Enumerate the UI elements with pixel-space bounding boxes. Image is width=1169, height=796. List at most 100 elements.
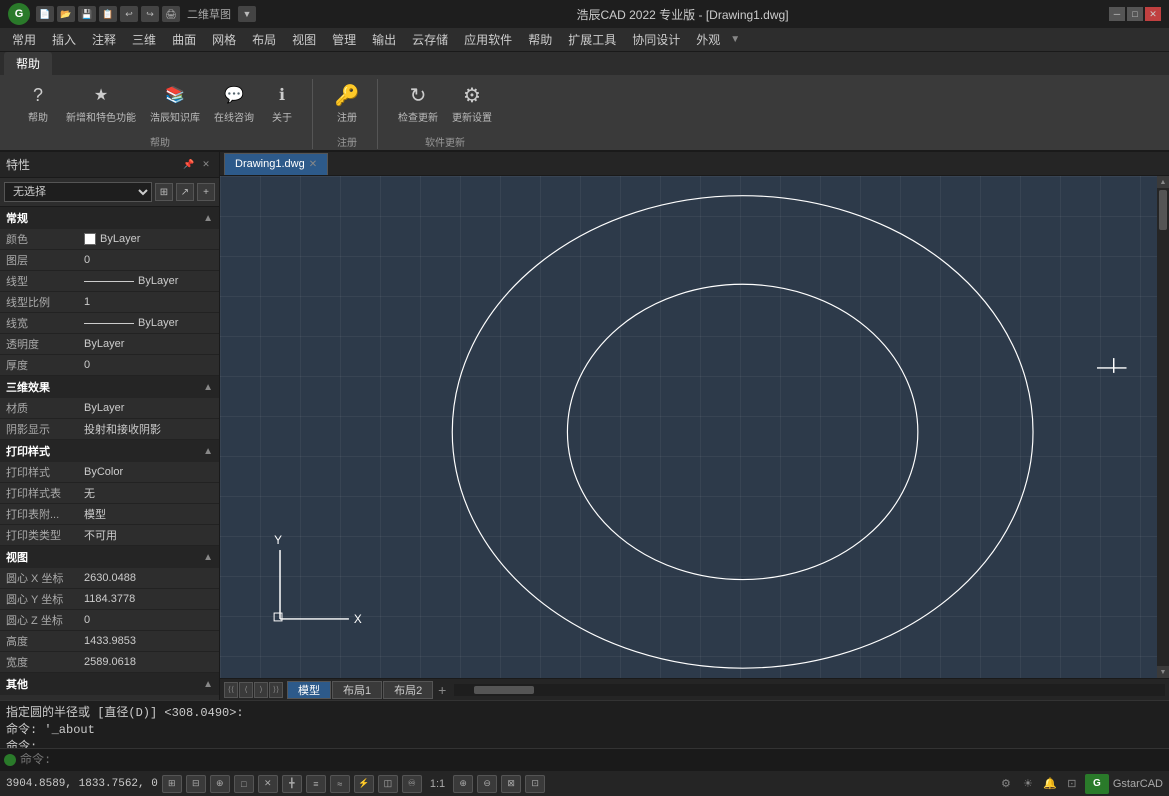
otrack-button[interactable]: ╋: [282, 775, 302, 793]
prop-material-value[interactable]: ByLayer: [80, 400, 219, 416]
zoom-out-button[interactable]: ⊖: [477, 775, 497, 793]
hscroll-thumb[interactable]: [474, 686, 534, 694]
light-icon[interactable]: ☀: [1019, 775, 1037, 793]
prop-ptype-value[interactable]: 不可用: [80, 525, 219, 545]
quick-select-button[interactable]: ⊞: [155, 183, 173, 201]
prop-ltscale-value[interactable]: 1: [80, 294, 219, 310]
menu-guanli[interactable]: 管理: [324, 29, 364, 50]
redo-icon[interactable]: ↪: [141, 6, 159, 22]
osnap-button[interactable]: ✕: [258, 775, 278, 793]
drawing-viewport[interactable]: Y X: [220, 176, 1157, 678]
nav-prev-button[interactable]: ⟨: [239, 682, 253, 698]
ribbon-tab-help[interactable]: 帮助: [4, 52, 52, 75]
menu-shuchu[interactable]: 输出: [364, 29, 404, 50]
prop-layer-value[interactable]: 0: [80, 252, 219, 268]
menu-kuozhan[interactable]: 扩展工具: [560, 29, 624, 50]
section-3d[interactable]: 三维效果 ▲: [0, 376, 219, 398]
prop-pst-value[interactable]: 无: [80, 483, 219, 503]
saveas-icon[interactable]: 📋: [99, 6, 117, 22]
section-view[interactable]: 视图 ▲: [0, 546, 219, 568]
menu-more[interactable]: ▼: [730, 34, 740, 45]
gstar-logo[interactable]: G: [1085, 774, 1109, 794]
prop-linetype-value[interactable]: ByLayer: [80, 273, 219, 289]
dynmode-button[interactable]: ≈: [330, 775, 350, 793]
about-button[interactable]: ℹ 关于: [264, 79, 300, 126]
prop-cy-value[interactable]: 1184.3778: [80, 591, 219, 607]
nav-last-button[interactable]: ⟩⟩: [269, 682, 283, 698]
prop-cx-value[interactable]: 2630.0488: [80, 570, 219, 586]
menu-waiguan[interactable]: 外观: [688, 29, 728, 50]
menu-wangge[interactable]: 网格: [204, 29, 244, 50]
section-general[interactable]: 常规 ▲: [0, 207, 219, 229]
minimize-button[interactable]: ─: [1109, 7, 1125, 21]
menu-changyong[interactable]: 常用: [4, 29, 44, 50]
nav-next-button[interactable]: ⟩: [254, 682, 268, 698]
close-button[interactable]: ✕: [1145, 7, 1161, 21]
section-other[interactable]: 其他 ▲: [0, 673, 219, 695]
plot-icon[interactable]: 🖨: [162, 6, 180, 22]
snap-grid-button[interactable]: ⊞: [162, 775, 182, 793]
menu-sanwei[interactable]: 三维: [124, 29, 164, 50]
layout-tab-model[interactable]: 模型: [287, 681, 331, 699]
settings-icon[interactable]: ⚙: [997, 775, 1015, 793]
prop-psa-value[interactable]: 模型: [80, 504, 219, 524]
workspace-switch-button[interactable]: ⊡: [525, 775, 545, 793]
nav-first-button[interactable]: ⟨⟨: [224, 682, 238, 698]
prop-color-value[interactable]: ByLayer: [80, 231, 219, 247]
prop-ps-value[interactable]: ByColor: [80, 464, 219, 480]
layout-tab-1[interactable]: 布局1: [332, 681, 382, 699]
snap-button[interactable]: ⊟: [186, 775, 206, 793]
prop-width-value[interactable]: 2589.0618: [80, 654, 219, 670]
prop-close-icon[interactable]: ✕: [199, 158, 213, 172]
workspace-dropdown-icon[interactable]: ▼: [238, 6, 256, 22]
help-button[interactable]: ? 帮助: [20, 79, 56, 126]
menu-yuncc[interactable]: 云存储: [404, 29, 456, 50]
command-input[interactable]: [20, 753, 1165, 767]
undo-icon[interactable]: ↩: [120, 6, 138, 22]
prop-pin-icon[interactable]: 📌: [182, 158, 196, 172]
ortho-button[interactable]: ⊕: [210, 775, 230, 793]
vertical-scrollbar[interactable]: ▲ ▼: [1157, 176, 1169, 678]
doc-tab-close-icon[interactable]: ✕: [309, 159, 317, 170]
scroll-down-button[interactable]: ▼: [1157, 666, 1169, 678]
notify-icon[interactable]: 🔔: [1041, 775, 1059, 793]
knowledge-button[interactable]: 📚 浩辰知识库: [146, 79, 204, 126]
restore-button[interactable]: □: [1127, 7, 1143, 21]
scroll-up-button[interactable]: ▲: [1157, 176, 1169, 188]
transparency-button[interactable]: ◫: [378, 775, 398, 793]
new-features-button[interactable]: ★ 新增和特色功能: [62, 79, 140, 126]
prop-shadow-value[interactable]: 投射和接收阴影: [80, 419, 219, 439]
menu-charu[interactable]: 插入: [44, 29, 84, 50]
zoom-in-button[interactable]: ⊕: [453, 775, 473, 793]
doc-tab-drawing1[interactable]: Drawing1.dwg ✕: [224, 153, 328, 175]
update-settings-button[interactable]: ⚙ 更新设置: [448, 79, 496, 126]
prop-thickness-value[interactable]: 0: [80, 357, 219, 373]
polar-button[interactable]: □: [234, 775, 254, 793]
toggle-pickadd-button[interactable]: +: [197, 183, 215, 201]
menu-xietong[interactable]: 协同设计: [624, 29, 688, 50]
menu-zhushi[interactable]: 注释: [84, 29, 124, 50]
new-icon[interactable]: 📄: [36, 6, 54, 22]
horizontal-scrollbar[interactable]: [454, 684, 1165, 696]
prop-transparency-value[interactable]: ByLayer: [80, 336, 219, 352]
check-update-button[interactable]: ↻ 检查更新: [394, 79, 442, 126]
open-icon[interactable]: 📂: [57, 6, 75, 22]
menu-qumian[interactable]: 曲面: [164, 29, 204, 50]
prop-cz-value[interactable]: 0: [80, 612, 219, 628]
ducs-button[interactable]: ≡: [306, 775, 326, 793]
viewport-button[interactable]: ⊠: [501, 775, 521, 793]
select-object-button[interactable]: ↗: [176, 183, 194, 201]
section-print[interactable]: 打印样式 ▲: [0, 440, 219, 462]
save-icon[interactable]: 💾: [78, 6, 96, 22]
lineweight-button[interactable]: ⚡: [354, 775, 374, 793]
online-consult-button[interactable]: 💬 在线咨询: [210, 79, 258, 126]
object-selector[interactable]: 无选择: [4, 182, 152, 202]
layout-add-button[interactable]: +: [434, 682, 450, 698]
menu-buju[interactable]: 布局: [244, 29, 284, 50]
menu-bangzhu[interactable]: 帮助: [520, 29, 560, 50]
prop-linewidth-value[interactable]: ByLayer: [80, 315, 219, 331]
prop-height-value[interactable]: 1433.9853: [80, 633, 219, 649]
qp-button[interactable]: ♾: [402, 775, 422, 793]
menu-yingyong[interactable]: 应用软件: [456, 29, 520, 50]
menu-shitu[interactable]: 视图: [284, 29, 324, 50]
